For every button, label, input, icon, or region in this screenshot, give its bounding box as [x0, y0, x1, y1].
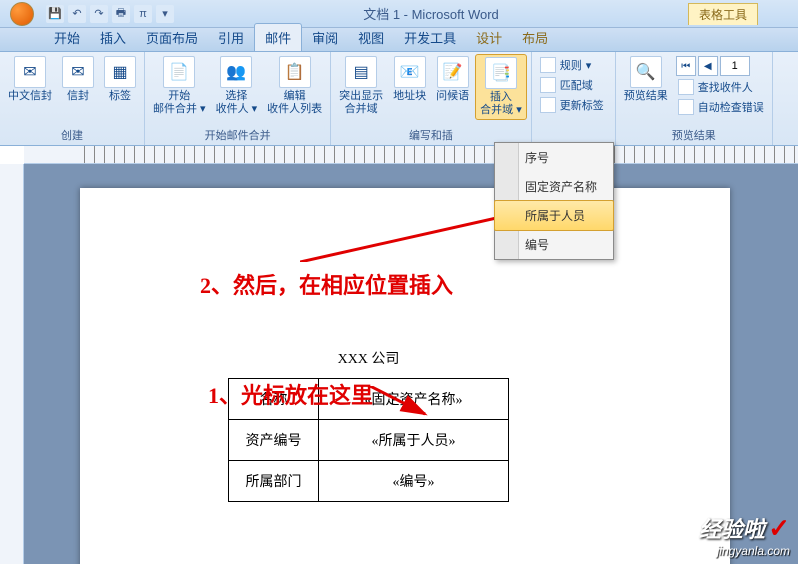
greeting-button[interactable]: 📝问候语 — [432, 54, 473, 105]
cell-label[interactable]: 所属部门 — [229, 461, 319, 502]
highlight-icon: ▤ — [345, 56, 377, 88]
highlight-fields-button[interactable]: ▤突出显示合并域 — [335, 54, 387, 118]
tab-mailings[interactable]: 邮件 — [254, 23, 302, 51]
table-row: 资产编号«所属于人员» — [229, 420, 509, 461]
select-recipients-button[interactable]: 👥选择收件人 ▾ — [212, 54, 262, 118]
menu-item-number[interactable]: 编号 — [495, 230, 613, 259]
preview-icon: 🔍 — [630, 56, 662, 88]
match-icon — [540, 77, 556, 93]
table-header[interactable]: XXX 公司 — [229, 338, 509, 379]
check-icon — [678, 99, 694, 115]
table-row: 所属部门«编号» — [229, 461, 509, 502]
envelope-button[interactable]: ✉信封 — [58, 54, 98, 105]
group-start-merge-label: 开始邮件合并 — [149, 125, 326, 145]
document-area[interactable]: 2、然后，在相应位置插入 1、光标放在这里 XXX 公司 名称«固定资产名称» … — [24, 164, 798, 564]
insert-field-icon: 📑 — [485, 57, 517, 89]
labels-button[interactable]: ▦标签 — [100, 54, 140, 105]
recipients-icon: 👥 — [220, 56, 252, 88]
address-block-button[interactable]: 📧地址块 — [389, 54, 430, 105]
menu-item-seq[interactable]: 序号 — [495, 143, 613, 172]
first-record-button[interactable]: ⏮ — [676, 56, 696, 76]
find-icon — [678, 79, 694, 95]
horizontal-ruler[interactable] — [24, 146, 798, 164]
update-icon — [540, 97, 556, 113]
rules-button[interactable]: 规则 ▾ — [538, 56, 606, 74]
preview-results-button[interactable]: 🔍预览结果 — [620, 54, 672, 105]
watermark-url: jingyanla.com — [699, 544, 790, 558]
tab-layout[interactable]: 布局 — [512, 24, 558, 51]
tab-developer[interactable]: 开发工具 — [394, 24, 466, 51]
envelope-icon: ✉ — [62, 56, 94, 88]
start-merge-button[interactable]: 📄开始邮件合并 ▾ — [149, 54, 210, 118]
arrow-short-icon — [370, 386, 430, 416]
record-navigation: ⏮ ◀ — [676, 56, 766, 76]
group-preview-label: 预览结果 — [620, 125, 768, 145]
group-preview: 🔍预览结果 ⏮ ◀ 查找收件人 自动检查错误 预览结果 — [616, 52, 773, 145]
tab-design[interactable]: 设计 — [466, 24, 512, 51]
print-icon[interactable]: 🖶 — [112, 5, 130, 23]
menu-item-asset-name[interactable]: 固定资产名称 — [495, 172, 613, 201]
document-title: 文档 1 - Microsoft Word — [174, 4, 688, 23]
find-recipient-button[interactable]: 查找收件人 — [676, 78, 766, 96]
insert-merge-field-dropdown: 序号 固定资产名称 所属于人员 编号 — [494, 142, 614, 260]
save-icon[interactable]: 💾 — [46, 5, 64, 23]
redo-icon[interactable]: ↷ — [90, 5, 108, 23]
start-merge-icon: 📄 — [163, 56, 195, 88]
group-write-insert: ▤突出显示合并域 📧地址块 📝问候语 📑插入合并域 ▾ 编写和插 — [331, 52, 532, 145]
group-start-merge: 📄开始邮件合并 ▾ 👥选择收件人 ▾ 📋编辑收件人列表 开始邮件合并 — [145, 52, 331, 145]
equation-icon[interactable]: π — [134, 5, 152, 23]
menu-item-owner[interactable]: 所属于人员 — [494, 200, 614, 231]
greeting-icon: 📝 — [437, 56, 469, 88]
tab-references[interactable]: 引用 — [208, 24, 254, 51]
cn-envelope-button[interactable]: ✉中文信封 — [4, 54, 56, 105]
document-table[interactable]: XXX 公司 名称«固定资产名称» 资产编号«所属于人员» 所属部门«编号» — [228, 338, 509, 502]
annotation-2: 2、然后，在相应位置插入 — [200, 268, 453, 300]
address-icon: 📧 — [394, 56, 426, 88]
update-labels-button[interactable]: 更新标签 — [538, 96, 606, 114]
document-page[interactable]: 2、然后，在相应位置插入 1、光标放在这里 XXX 公司 名称«固定资产名称» … — [80, 188, 730, 564]
undo-icon[interactable]: ↶ — [68, 5, 86, 23]
cell-value[interactable]: «所属于人员» — [319, 420, 509, 461]
office-logo-icon — [10, 2, 34, 26]
tab-page-layout[interactable]: 页面布局 — [136, 24, 208, 51]
auto-check-button[interactable]: 自动检查错误 — [676, 98, 766, 116]
ribbon: ✉中文信封 ✉信封 ▦标签 创建 📄开始邮件合并 ▾ 👥选择收件人 ▾ 📋编辑收… — [0, 52, 798, 146]
watermark-text: 经验啦 — [699, 517, 765, 542]
cell-label[interactable]: 资产编号 — [229, 420, 319, 461]
group-create-label: 创建 — [4, 125, 140, 145]
prev-record-button[interactable]: ◀ — [698, 56, 718, 76]
labels-icon: ▦ — [104, 56, 136, 88]
cell-value[interactable]: «编号» — [319, 461, 509, 502]
rules-icon — [540, 57, 556, 73]
ribbon-tabs: 开始 插入 页面布局 引用 邮件 审阅 视图 开发工具 设计 布局 — [0, 28, 798, 52]
tab-insert[interactable]: 插入 — [90, 24, 136, 51]
quick-access-toolbar: 💾 ↶ ↷ 🖶 π ▾ — [46, 5, 174, 23]
match-fields-button[interactable]: 匹配域 — [538, 76, 606, 94]
insert-merge-field-button[interactable]: 📑插入合并域 ▾ — [475, 54, 527, 120]
checkmark-icon: ✓ — [768, 513, 790, 543]
table-tools-context-tab: 表格工具 — [688, 3, 758, 25]
annotation-1: 1、光标放在这里 — [208, 378, 373, 410]
envelope-cn-icon: ✉ — [14, 56, 46, 88]
tab-view[interactable]: 视图 — [348, 24, 394, 51]
tab-home[interactable]: 开始 — [44, 24, 90, 51]
qat-more-icon[interactable]: ▾ — [156, 5, 174, 23]
group-create: ✉中文信封 ✉信封 ▦标签 创建 — [0, 52, 145, 145]
office-button[interactable] — [4, 0, 40, 28]
edit-list-icon: 📋 — [279, 56, 311, 88]
edit-recipients-button[interactable]: 📋编辑收件人列表 — [263, 54, 326, 118]
record-number-input[interactable] — [720, 56, 750, 76]
watermark: 经验啦 ✓ jingyanla.com — [699, 512, 790, 558]
tab-review[interactable]: 审阅 — [302, 24, 348, 51]
group-rules: 规则 ▾ 匹配域 更新标签 — [532, 52, 616, 145]
vertical-ruler[interactable] — [0, 164, 24, 564]
